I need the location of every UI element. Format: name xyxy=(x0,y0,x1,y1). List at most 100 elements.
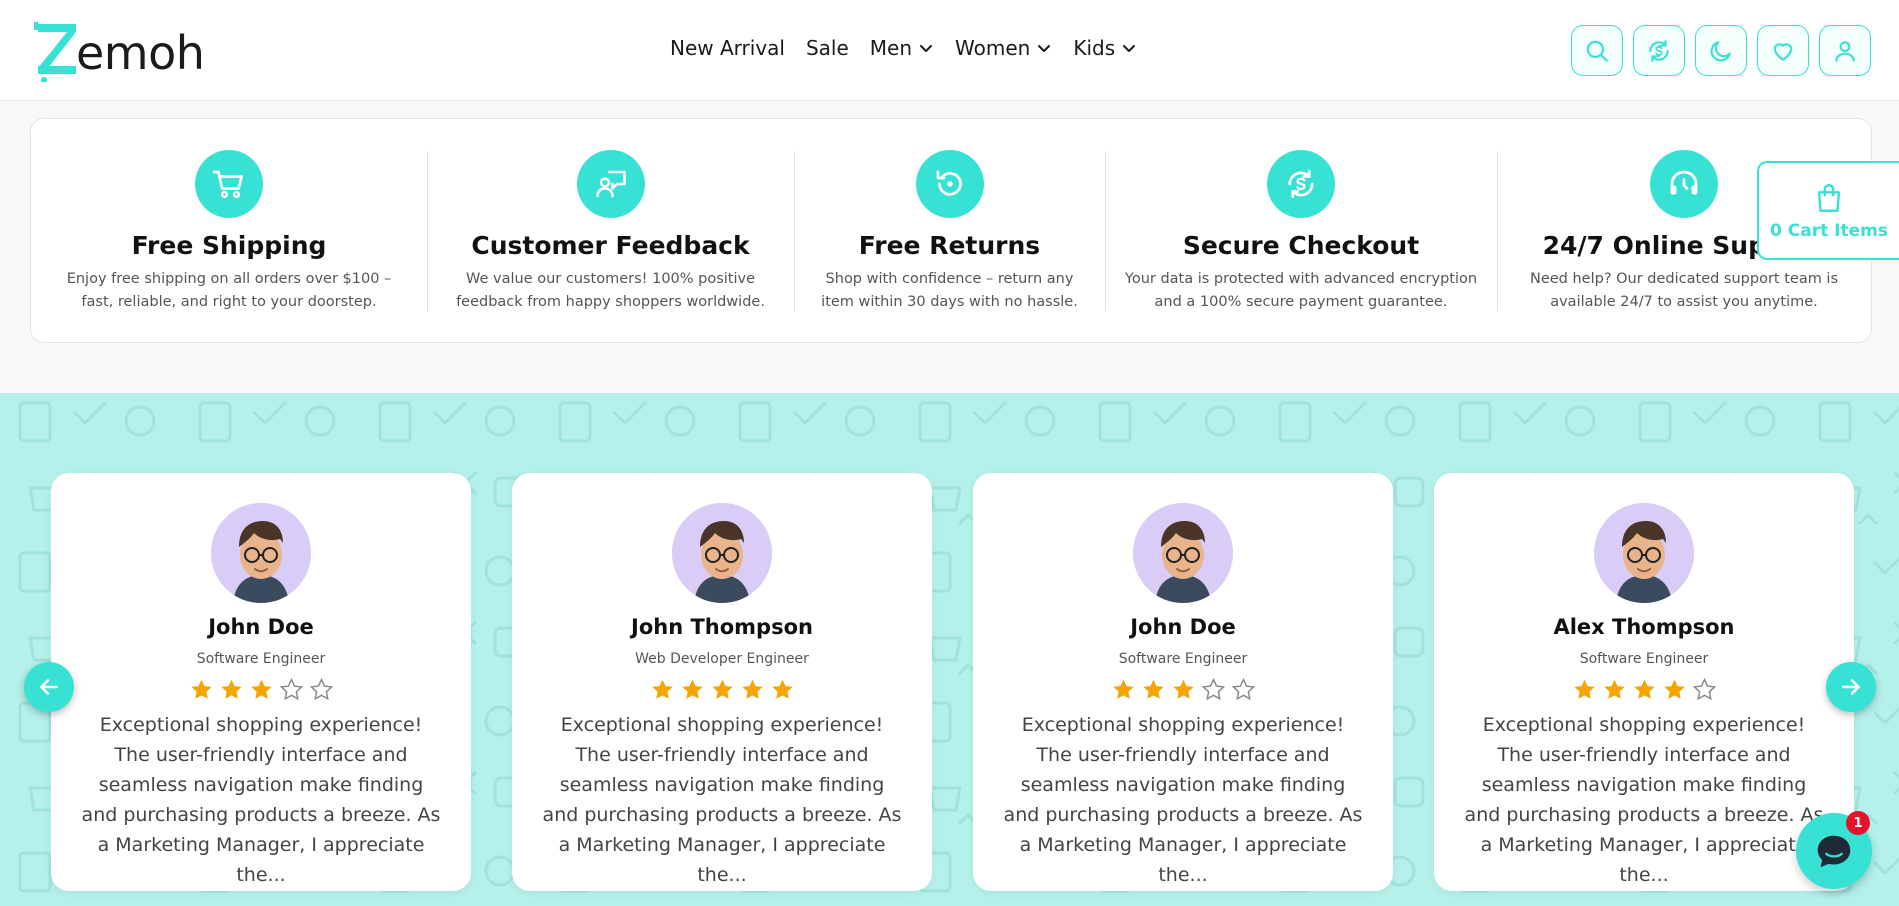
review-text: Exceptional shopping experience! The use… xyxy=(1003,714,1363,886)
secure-payment-icon xyxy=(1288,169,1314,199)
reviewer-role: Web Developer Engineer xyxy=(635,651,809,667)
reviewer-role: Software Engineer xyxy=(1118,651,1248,667)
feature-secure-checkout: Secure Checkout Your data is protected w… xyxy=(1105,119,1497,342)
star-filled-icon xyxy=(1663,679,1685,699)
user-icon xyxy=(1835,40,1855,62)
cart-count-label: 0 Cart Items xyxy=(1770,220,1888,241)
star-filled-icon xyxy=(1573,679,1595,699)
wishlist-button[interactable] xyxy=(1757,25,1809,76)
reviewer-name: John Doe xyxy=(208,615,314,639)
star-filled-icon xyxy=(1633,679,1655,699)
testimonial-card: Alex Thompson Software Engineer Exceptio… xyxy=(1434,473,1854,891)
reviewer-name: John Thompson xyxy=(631,615,813,639)
star-filled-icon xyxy=(711,679,733,699)
testimonial-card: John Doe Software Engineer Exceptional s… xyxy=(973,473,1393,891)
header-actions xyxy=(1571,25,1871,76)
star-empty-icon xyxy=(309,677,333,701)
star-empty-icon xyxy=(1201,677,1225,701)
avatar xyxy=(211,503,311,603)
reviewer-name: John Doe xyxy=(1130,615,1236,639)
star-filled-icon xyxy=(681,679,703,699)
star-filled-icon xyxy=(220,679,242,699)
feature-icon-badge xyxy=(576,150,645,218)
avatar xyxy=(672,503,772,603)
dark-mode-toggle[interactable] xyxy=(1695,25,1747,76)
arrow-right-icon xyxy=(1842,679,1860,695)
heart-icon xyxy=(1773,42,1793,61)
features-strip: Free Shipping Enjoy free shipping on all… xyxy=(30,118,1872,343)
feature-title: Secure Checkout xyxy=(1182,231,1420,260)
star-empty-icon xyxy=(1231,677,1255,701)
search-icon xyxy=(1586,40,1608,62)
logo-text: emoh xyxy=(76,26,205,80)
star-filled-icon xyxy=(1142,679,1164,699)
returns-icon xyxy=(936,170,962,196)
feature-title: Free Returns xyxy=(858,231,1041,260)
nav-sale[interactable]: Sale xyxy=(806,36,849,60)
feature-desc: We value our customers! 100% positive fe… xyxy=(456,271,765,310)
currency-exchange-icon xyxy=(1649,39,1669,62)
star-empty-icon xyxy=(1692,677,1716,701)
account-button[interactable] xyxy=(1819,25,1871,76)
floating-cart-button[interactable]: 0 Cart Items xyxy=(1757,161,1899,260)
star-rating xyxy=(650,677,795,702)
arrow-left-icon xyxy=(40,679,58,695)
star-filled-icon xyxy=(651,679,673,699)
testimonial-card: John Thompson Web Developer Engineer Exc… xyxy=(512,473,932,891)
chat-notification-badge: 1 xyxy=(1846,811,1870,835)
testimonial-card: John Doe Software Engineer Exceptional s… xyxy=(51,473,471,891)
reviewer-role: Software Engineer xyxy=(196,651,326,667)
search-button[interactable] xyxy=(1571,25,1623,76)
support-headset-icon xyxy=(1670,170,1698,195)
feature-desc: Your data is protected with advanced enc… xyxy=(1124,271,1478,310)
feature-desc: Enjoy free shipping on all orders over $… xyxy=(66,271,392,310)
feature-title: Customer Feedback xyxy=(471,231,750,260)
carousel-prev-button[interactable] xyxy=(24,662,74,712)
chevron-down-icon xyxy=(920,45,933,52)
site-header: emoh New Arrival Sale Men Women Kids xyxy=(0,0,1899,101)
star-filled-icon xyxy=(771,679,793,699)
review-text: Exceptional shopping experience! The use… xyxy=(542,714,902,886)
avatar xyxy=(1594,503,1694,603)
logo-z-mark xyxy=(34,20,78,83)
shopping-bag-icon xyxy=(1817,183,1841,212)
feature-desc: Shop with confidence – return any item w… xyxy=(821,271,1078,310)
star-rating xyxy=(1111,677,1256,702)
feature-icon-badge xyxy=(1650,150,1718,218)
star-filled-icon xyxy=(250,679,272,699)
feature-icon-badge xyxy=(195,150,263,218)
main-nav: New Arrival Sale Men Women Kids xyxy=(670,36,1137,60)
feature-icon-badge xyxy=(915,150,984,218)
star-empty-icon xyxy=(279,677,303,701)
nav-women[interactable]: Women xyxy=(955,36,1052,60)
feature-free-returns: Free Returns Shop with confidence – retu… xyxy=(794,119,1105,342)
star-filled-icon xyxy=(190,679,212,699)
feature-desc: Need help? Our dedicated support team is… xyxy=(1529,271,1839,310)
star-filled-icon xyxy=(1112,679,1134,699)
moon-icon xyxy=(1710,40,1731,61)
reviewer-name: Alex Thompson xyxy=(1553,615,1735,639)
nav-new-arrival[interactable]: New Arrival xyxy=(670,36,785,60)
chat-bubble-icon xyxy=(1817,835,1851,868)
logo[interactable]: emoh xyxy=(34,14,205,83)
chevron-down-icon xyxy=(1123,45,1136,52)
feature-icon-badge xyxy=(1267,150,1335,218)
star-filled-icon xyxy=(1172,679,1194,699)
currency-button[interactable] xyxy=(1633,25,1685,76)
testimonials-section: John Doe Software Engineer Exceptional s… xyxy=(0,393,1899,906)
feature-free-shipping: Free Shipping Enjoy free shipping on all… xyxy=(31,119,427,342)
feedback-icon xyxy=(595,170,626,198)
star-rating xyxy=(1572,677,1717,702)
star-rating xyxy=(189,677,334,702)
star-filled-icon xyxy=(741,679,763,699)
avatar xyxy=(1133,503,1233,603)
reviewer-role: Software Engineer xyxy=(1579,651,1709,667)
chevron-down-icon xyxy=(1038,45,1051,52)
review-text: Exceptional shopping experience! The use… xyxy=(1464,714,1824,886)
review-text: Exceptional shopping experience! The use… xyxy=(81,714,441,886)
nav-kids[interactable]: Kids xyxy=(1073,36,1137,60)
carousel-next-button[interactable] xyxy=(1826,662,1876,712)
feature-title: Free Shipping xyxy=(131,231,327,260)
feature-customer-feedback: Customer Feedback We value our customers… xyxy=(427,119,794,342)
nav-men[interactable]: Men xyxy=(870,36,934,60)
